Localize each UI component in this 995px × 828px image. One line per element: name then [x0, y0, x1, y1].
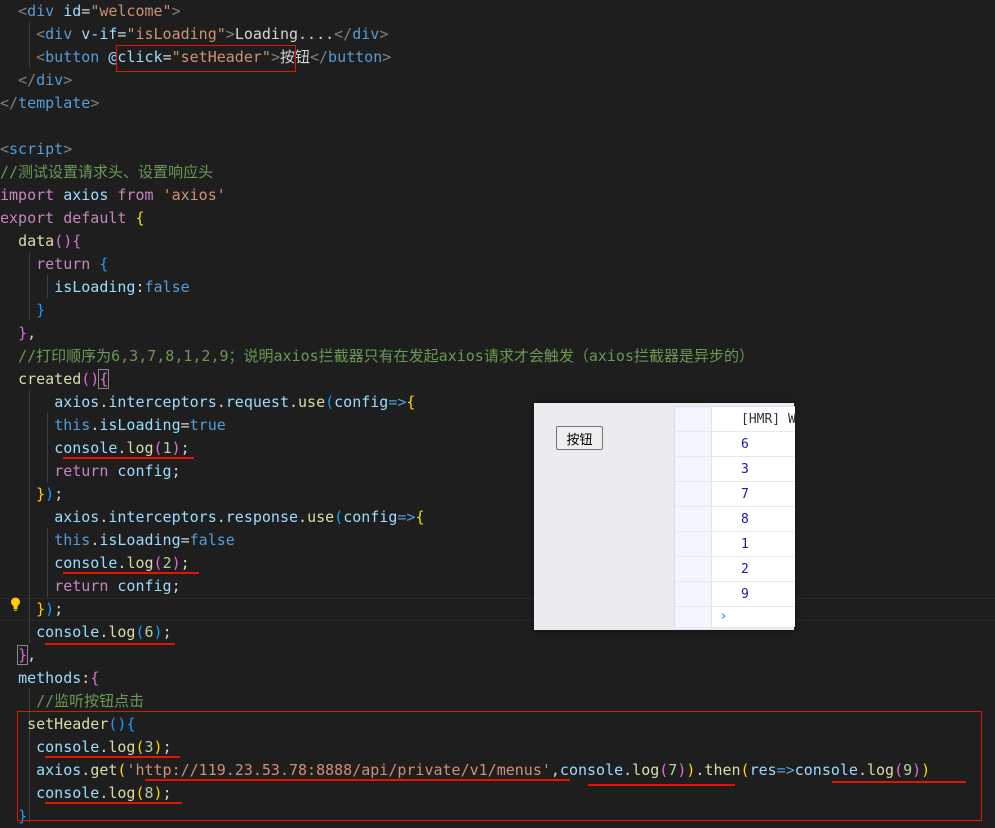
underline-log-9 [832, 781, 966, 783]
underline-log-7 [588, 784, 735, 786]
code-line: <div v-if="isLoading">Loading....</div> [0, 25, 389, 43]
underline-log-1 [63, 457, 194, 459]
console-row: 7 [675, 482, 795, 507]
code-line: <script> [0, 140, 73, 158]
code-line: console.log(6); [36, 623, 172, 641]
code-line: axios.interceptors.request.use(config=>{ [54, 393, 416, 411]
code-line: //监听按钮点击 [36, 692, 145, 710]
highlight-box-click [116, 45, 296, 72]
console-row: 2 [675, 557, 795, 582]
code-line: }, [17, 645, 37, 665]
code-line: this.isLoading=true [54, 416, 226, 434]
code-line: this.isLoading=false [54, 531, 235, 549]
code-line: return config; [54, 462, 181, 480]
console-row: 8 [675, 507, 795, 532]
code-line: isLoading:false [54, 278, 190, 296]
code-line: //测试设置请求头、设置响应头 [0, 163, 214, 181]
code-line: data(){ [18, 232, 82, 250]
devtools-console: [HMR] W 6 3 7 8 1 2 9 › [674, 406, 796, 627]
code-line: <div id="welcome"> [0, 2, 181, 20]
underline-log-8 [45, 802, 182, 804]
code-line: export default { [0, 209, 145, 227]
code-line: //打印顺序为6,3,7,8,1,2,9；说明axios拦截器只有在发起axio… [18, 347, 754, 365]
current-line-highlight [0, 598, 995, 621]
underline-log-2 [63, 572, 199, 574]
code-line: } [36, 301, 46, 319]
code-line: return { [36, 255, 109, 273]
code-line: }, [18, 324, 37, 342]
underline-url [145, 779, 570, 781]
code-line: return config; [54, 577, 181, 595]
highlight-box-setheader [17, 711, 982, 821]
underline-log-3 [45, 756, 180, 758]
underline-log-6 [45, 643, 175, 645]
code-line: import axios from 'axios' [0, 186, 226, 204]
code-line: }); [36, 485, 64, 503]
browser-preview: 按钮 [HMR] W 6 3 7 8 1 2 9 › [534, 403, 796, 630]
code-line: axios.interceptors.response.use(config=>… [54, 508, 425, 526]
preview-button[interactable]: 按钮 [556, 426, 603, 450]
console-row: 3 [675, 457, 795, 482]
code-line: </template> [0, 94, 100, 112]
console-row: 6 [675, 432, 795, 457]
code-line: </div> [0, 71, 73, 89]
code-line: created(){ [18, 369, 110, 389]
console-row: 1 [675, 532, 795, 557]
lightbulb-icon[interactable] [10, 597, 21, 611]
code-line: methods:{ [18, 669, 100, 687]
console-prompt-icon[interactable]: › [721, 609, 726, 624]
code-editor[interactable]: <div id="welcome"> <div v-if="isLoading"… [0, 0, 995, 826]
console-row: 9 [675, 582, 795, 607]
console-row: [HMR] W [675, 407, 796, 432]
